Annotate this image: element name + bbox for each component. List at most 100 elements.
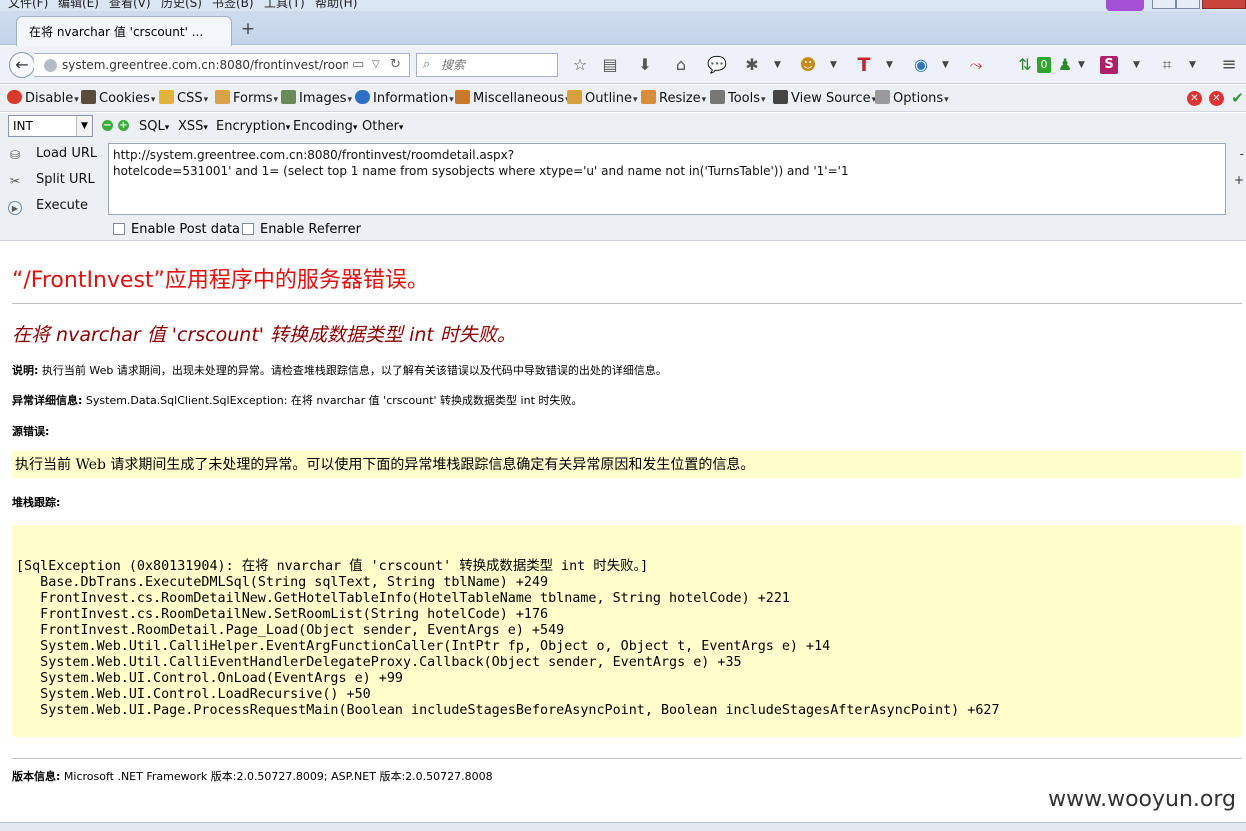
menu-help[interactable]: 帮助(H) — [315, 0, 357, 11]
checkmark-icon[interactable]: ✔ — [1230, 91, 1245, 106]
menu-history[interactable]: 历史(S) — [161, 0, 202, 11]
error-icon[interactable]: ✕ — [1187, 91, 1202, 106]
hackbar-url-textarea[interactable]: http://system.greentree.com.cn:8080/fron… — [108, 143, 1226, 215]
menu-file[interactable]: 文件(F) — [8, 0, 48, 11]
maximize-button[interactable] — [1176, 0, 1200, 9]
error-icon-2[interactable]: ✕ — [1209, 91, 1224, 106]
increase-font-button[interactable]: + — [1234, 173, 1244, 187]
stack-line: System.Web.UI.Control.LoadRecursive() +5… — [16, 687, 371, 702]
exception-details-paragraph: 异常详细信息: System.Data.SqlClient.SqlExcepti… — [12, 394, 583, 407]
devbar-resize[interactable]: Resize▾ — [641, 90, 706, 106]
web-developer-toolbar: Disable▾ Cookies▾ CSS▾ Forms▾ Images▾ In… — [0, 85, 1246, 112]
load-url-button[interactable]: ⛁ Load URL — [8, 146, 97, 162]
extension-s-icon[interactable]: S — [1100, 56, 1118, 74]
back-arrow-icon[interactable]: ← — [9, 52, 35, 78]
stack-line: FrontInvest.cs.RoomDetailNew.SetRoomList… — [16, 607, 549, 622]
url-bar[interactable]: system.greentree.com.cn:8080/frontinvest… — [34, 53, 410, 77]
source-error-box: 执行当前 Web 请求期间生成了未处理的异常。可以使用下面的异常堆栈跟踪信息确定… — [12, 451, 1242, 478]
firefox-menu-icon[interactable] — [1106, 0, 1144, 11]
reload-icon[interactable]: ↻ — [390, 57, 401, 72]
resize-icon — [641, 90, 656, 104]
menu-edit[interactable]: 编辑(E) — [58, 0, 99, 11]
split-url-button[interactable]: ✂ Split URL — [8, 172, 95, 188]
greasemonkey-dropdown-icon[interactable]: ▼ — [830, 54, 840, 76]
minimize-button[interactable] — [1152, 0, 1176, 9]
extension-dropdown-icon[interactable]: ▼ — [1133, 54, 1143, 76]
devbar-css[interactable]: CSS▾ — [159, 90, 208, 106]
firebug-icon[interactable]: ✱ — [740, 54, 764, 76]
star-icon[interactable]: ☆ — [568, 54, 592, 76]
outline-icon — [567, 90, 582, 104]
stack-line: FrontInvest.cs.RoomDetailNew.GetHotelTab… — [16, 591, 790, 606]
hackbar-menu-encoding[interactable]: Encoding▾ — [293, 119, 357, 134]
chat-icon[interactable]: 💬 — [705, 54, 729, 76]
enable-post-checkbox[interactable]: Enable Post data — [113, 222, 240, 237]
devbar-cookies[interactable]: Cookies▾ — [81, 90, 155, 106]
globe-refresh-icon[interactable]: ◉ — [909, 54, 933, 76]
search-input[interactable] — [441, 57, 551, 73]
stack-trace-box: [SqlException (0x80131904): 在将 nvarchar … — [12, 525, 1242, 737]
counter-badge[interactable]: 0 — [1037, 57, 1051, 73]
error-title: “/FrontInvest”应用程序中的服务器错误。 — [12, 268, 429, 293]
person-icon[interactable]: ♟ — [1053, 54, 1077, 76]
execute-button[interactable]: ▶ Execute — [8, 198, 88, 215]
stack-trace-label: 堆栈跟踪: — [12, 496, 61, 509]
stack-line: System.Web.Util.CalliEventHandlerDelegat… — [16, 655, 742, 670]
green-arrows-icon[interactable]: ⇅ — [1013, 54, 1037, 76]
images-icon — [281, 90, 296, 104]
tab-active[interactable]: 在将 nvarchar 值 'crscount' ... — [16, 16, 232, 46]
crop-icon[interactable]: ⌗ — [1155, 54, 1179, 76]
dropdown-arrow-icon[interactable]: ▽ — [372, 59, 380, 70]
download-icon[interactable]: ⬇ — [633, 54, 657, 76]
graph-icon[interactable]: ⤳ — [964, 54, 988, 76]
options-icon — [875, 90, 890, 104]
enable-referrer-checkbox[interactable]: Enable Referrer — [242, 222, 361, 237]
url-text[interactable]: system.greentree.com.cn:8080/frontinvest… — [62, 58, 348, 72]
close-window-button[interactable] — [1202, 0, 1246, 9]
cookies-icon — [81, 90, 96, 104]
divider — [12, 303, 1242, 304]
stack-line: FrontInvest.RoomDetail.Page_Load(Object … — [16, 623, 565, 638]
text-T-icon[interactable]: T — [852, 54, 876, 76]
devbar-images[interactable]: Images▾ — [281, 90, 352, 106]
stack-line: [SqlException (0x80131904): 在将 nvarchar … — [16, 559, 649, 574]
devbar-forms[interactable]: Forms▾ — [215, 90, 278, 106]
devbar-view-source[interactable]: View Source▾ — [773, 90, 876, 106]
decrease-font-button[interactable]: - — [1240, 147, 1244, 161]
crop-dropdown-icon[interactable]: ▼ — [1189, 54, 1199, 76]
reader-view-icon[interactable]: ▭ — [352, 57, 364, 72]
new-tab-button[interactable]: + — [238, 19, 258, 39]
watermark: www.wooyun.org — [1048, 787, 1236, 812]
minus-icon[interactable]: − — [102, 120, 113, 131]
menu-bookmarks[interactable]: 书签(B) — [212, 0, 254, 11]
globe-icon — [44, 59, 57, 72]
greasemonkey-icon[interactable]: ☻ — [796, 54, 820, 76]
status-bar — [0, 822, 1246, 831]
type-select[interactable]: INT ▼ — [8, 115, 93, 137]
scissors-icon: ✂ — [9, 174, 21, 188]
devbar-outline[interactable]: Outline▾ — [567, 90, 638, 106]
reading-list-icon[interactable]: ▤ — [598, 54, 622, 76]
hackbar-menu-sql[interactable]: SQL▾ — [139, 119, 169, 134]
devbar-options[interactable]: Options▾ — [875, 90, 949, 106]
devbar-miscellaneous[interactable]: Miscellaneous▾ — [455, 90, 570, 106]
menu-view[interactable]: 查看(V) — [109, 0, 151, 11]
plus-icon[interactable]: + — [118, 120, 129, 131]
version-info: 版本信息: Microsoft .NET Framework 版本:2.0.50… — [12, 770, 493, 783]
devbar-information[interactable]: Information▾ — [355, 90, 454, 106]
menu-bar: 文件(F) 编辑(E) 查看(V) 历史(S) 书签(B) 工具(T) 帮助(H… — [0, 0, 1246, 11]
load-url-icon: ⛁ — [9, 148, 21, 162]
text-dropdown-icon[interactable]: ▼ — [886, 54, 896, 76]
hackbar-menu-encryption[interactable]: Encryption▾ — [216, 119, 290, 134]
person-dropdown-icon[interactable]: ▼ — [1078, 54, 1088, 76]
hamburger-menu-icon[interactable]: ≡ — [1217, 54, 1241, 76]
home-icon[interactable]: ⌂ — [669, 54, 693, 76]
hackbar-menu-other[interactable]: Other▾ — [362, 119, 403, 134]
globe-dropdown-icon[interactable]: ▼ — [942, 54, 952, 76]
devbar-tools[interactable]: Tools▾ — [710, 90, 766, 106]
hackbar-menu-xss[interactable]: XSS▾ — [178, 119, 208, 134]
search-box[interactable]: ⌕ — [416, 53, 558, 77]
menu-tools[interactable]: 工具(T) — [264, 0, 305, 11]
devbar-disable[interactable]: Disable▾ — [7, 90, 79, 106]
firebug-dropdown-icon[interactable]: ▼ — [774, 54, 784, 76]
